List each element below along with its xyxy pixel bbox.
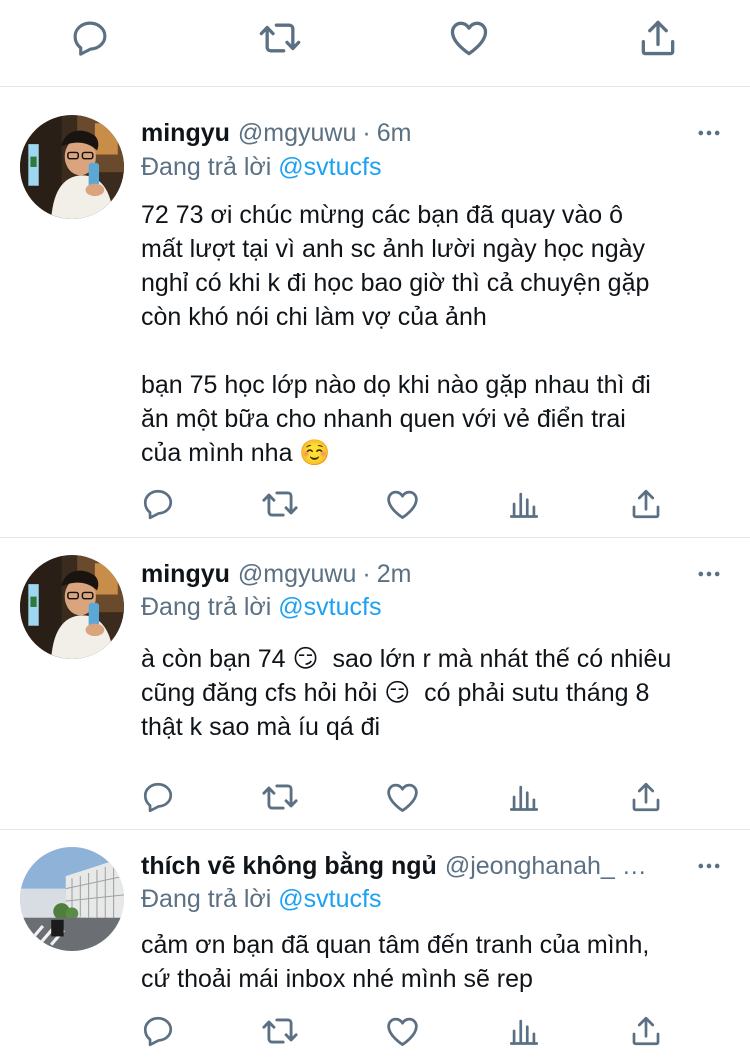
avatar-image [20, 847, 124, 951]
timestamp[interactable]: 2m [377, 560, 412, 589]
analytics-icon [507, 780, 541, 814]
like-button[interactable] [382, 777, 422, 817]
replying-to-label: Đang trả lời [141, 593, 272, 621]
avatar[interactable] [20, 115, 124, 219]
tweet-header: mingyu @mgyuwu · 2m [141, 557, 701, 591]
tweet[interactable]: mingyu @mgyuwu · 2m Đang trả lời @svtucf… [0, 538, 750, 830]
tweet-header: mingyu @mgyuwu · 6m [141, 116, 701, 150]
like-button[interactable] [382, 1011, 422, 1051]
reply-button[interactable] [138, 777, 178, 817]
avatar-image [20, 115, 124, 219]
avatar-image [20, 555, 124, 659]
analytics-icon [507, 487, 541, 521]
share-icon [628, 1013, 664, 1049]
reply-button[interactable] [68, 16, 112, 60]
tweet-text: à còn bạn 74 😏 sao lớn r mà nhát thế có … [141, 645, 672, 741]
more-options-button[interactable] [692, 849, 726, 883]
like-button[interactable] [447, 16, 491, 60]
analytics-button[interactable] [504, 1011, 544, 1051]
display-name[interactable]: mingyu [141, 560, 230, 589]
replying-to-label: Đang trả lời [141, 885, 272, 913]
retweet-icon [261, 485, 299, 523]
reply-mention-link[interactable]: @svtucfs [278, 153, 381, 181]
share-icon [628, 486, 664, 522]
reply-button[interactable] [138, 1011, 178, 1051]
timestamp[interactable]: 6m [377, 119, 412, 148]
share-button[interactable] [636, 16, 680, 60]
retweet-icon [261, 1012, 299, 1050]
tweet-header: thích vẽ không bằng ngủ @jeonghanah_ … [141, 849, 681, 883]
tweet[interactable]: mingyu @mgyuwu · 6m Đang trả lời @svtucf… [0, 87, 750, 538]
share-icon [628, 779, 664, 815]
heart-icon [384, 779, 421, 816]
display-name[interactable]: mingyu [141, 119, 230, 148]
retweet-icon [261, 778, 299, 816]
reply-icon [140, 779, 176, 815]
user-handle[interactable]: @mgyuwu [238, 560, 356, 589]
separator-dot: · [362, 118, 371, 147]
tweet-text: cảm ơn bạn đã quan tâm đến tranh của mìn… [141, 931, 650, 993]
replying-to: Đang trả lời @svtucfs [141, 153, 381, 182]
share-button[interactable] [626, 484, 666, 524]
analytics-button[interactable] [504, 777, 544, 817]
replying-to-label: Đang trả lời [141, 153, 272, 181]
reply-mention-link[interactable]: @svtucfs [278, 593, 381, 621]
share-icon [636, 16, 680, 60]
retweet-button[interactable] [260, 484, 300, 524]
reply-icon [69, 17, 111, 59]
replying-to: Đang trả lời @svtucfs [141, 593, 381, 622]
user-handle[interactable]: @mgyuwu [238, 119, 356, 148]
top-action-bar [0, 0, 750, 87]
more-icon [695, 119, 723, 147]
retweet-icon [258, 16, 302, 60]
reply-icon [140, 1013, 176, 1049]
more-icon [695, 852, 723, 880]
retweet-button[interactable] [260, 777, 300, 817]
reply-button[interactable] [138, 484, 178, 524]
reply-icon [140, 486, 176, 522]
retweet-button[interactable] [260, 1011, 300, 1051]
display-name[interactable]: thích vẽ không bằng ngủ [141, 852, 437, 881]
heart-icon [384, 486, 421, 523]
reply-mention-link[interactable]: @svtucfs [278, 885, 381, 913]
heart-icon [384, 1013, 421, 1050]
analytics-button[interactable] [504, 484, 544, 524]
like-button[interactable] [382, 484, 422, 524]
replying-to: Đang trả lời @svtucfs [141, 885, 381, 914]
tweet[interactable]: thích vẽ không bằng ngủ @jeonghanah_ … Đ… [0, 830, 750, 1062]
avatar[interactable] [20, 847, 124, 951]
retweet-button[interactable] [258, 16, 302, 60]
user-handle[interactable]: @jeonghanah_ … [445, 852, 647, 881]
more-icon [695, 560, 723, 588]
analytics-icon [507, 1014, 541, 1048]
avatar[interactable] [20, 555, 124, 659]
share-button[interactable] [626, 777, 666, 817]
share-button[interactable] [626, 1011, 666, 1051]
heart-icon [447, 16, 491, 60]
more-options-button[interactable] [692, 557, 726, 591]
separator-dot: · [362, 559, 371, 588]
more-options-button[interactable] [692, 116, 726, 150]
tweet-text: 72 73 ơi chúc mừng các bạn đã quay vào ô… [141, 201, 651, 467]
